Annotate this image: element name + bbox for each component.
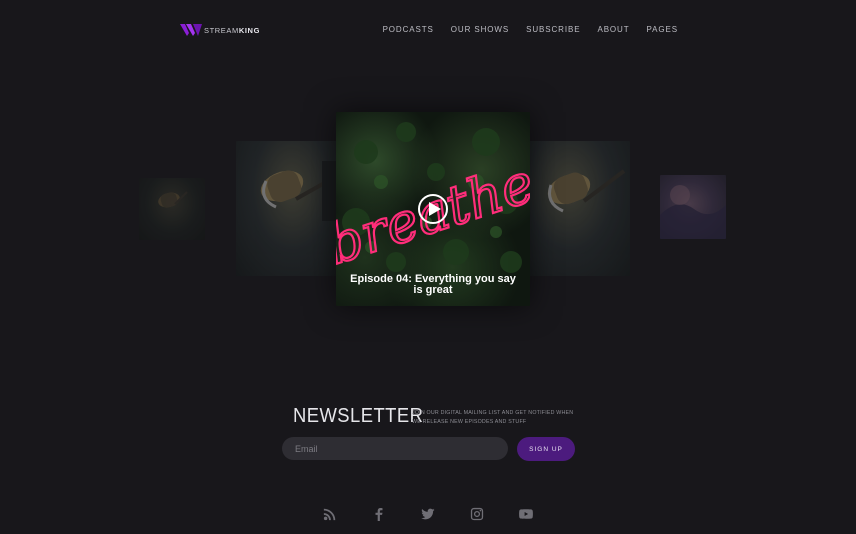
nav-item-about[interactable]: ABOUT xyxy=(597,25,629,34)
carousel-slide-far-left[interactable] xyxy=(139,178,205,240)
microphone-image xyxy=(158,191,188,208)
microphone-image xyxy=(260,161,338,221)
landscape-image xyxy=(660,185,726,239)
nav-item-pages[interactable]: PAGES xyxy=(647,25,678,34)
nav-item-subscribe[interactable]: SUBSCRIBE xyxy=(526,25,580,34)
carousel-slide-right[interactable] xyxy=(529,141,630,276)
rss-link[interactable] xyxy=(322,506,337,521)
brand-name: STREAMKING xyxy=(204,26,260,35)
nav-item-podcasts[interactable]: PODCASTS xyxy=(383,25,434,34)
instagram-link[interactable] xyxy=(469,506,484,521)
carousel-slide-left[interactable] xyxy=(236,141,338,276)
brand-logo[interactable]: STREAMKING xyxy=(180,23,260,37)
microphone-image xyxy=(547,169,626,213)
logo-mark-icon xyxy=(180,24,202,36)
youtube-icon xyxy=(518,508,533,519)
newsletter-title: NEWSLETTER xyxy=(293,405,424,427)
twitter-icon xyxy=(420,508,435,519)
facebook-link[interactable] xyxy=(371,506,386,521)
episode-title: Episode 04: Everything you say is great xyxy=(350,273,516,296)
facebook-icon xyxy=(375,507,382,521)
page: STREAMKING PODCASTS OUR SHOWS SUBSCRIBE … xyxy=(0,0,856,534)
rss-icon xyxy=(323,508,335,520)
social-links xyxy=(322,506,533,521)
brand-name-bold: KING xyxy=(238,25,261,35)
play-button[interactable] xyxy=(416,192,450,226)
email-field[interactable] xyxy=(282,437,508,460)
newsletter-description: JOIN OUR DIGITAL MAILING LIST AND GET NO… xyxy=(412,410,574,425)
carousel-slide-far-right[interactable] xyxy=(660,175,726,239)
main-nav: PODCASTS OUR SHOWS SUBSCRIBE ABOUT PAGES xyxy=(383,25,678,34)
nav-item-our-shows[interactable]: OUR SHOWS xyxy=(451,25,509,34)
sign-up-button[interactable]: SIGN UP xyxy=(517,437,575,461)
carousel-slide-active[interactable]: breathe Episode 04: Everything you say i… xyxy=(336,112,530,306)
instagram-icon xyxy=(470,507,483,520)
twitter-link[interactable] xyxy=(420,506,435,521)
brand-name-light: STREAM xyxy=(204,25,239,35)
youtube-link[interactable] xyxy=(518,506,533,521)
